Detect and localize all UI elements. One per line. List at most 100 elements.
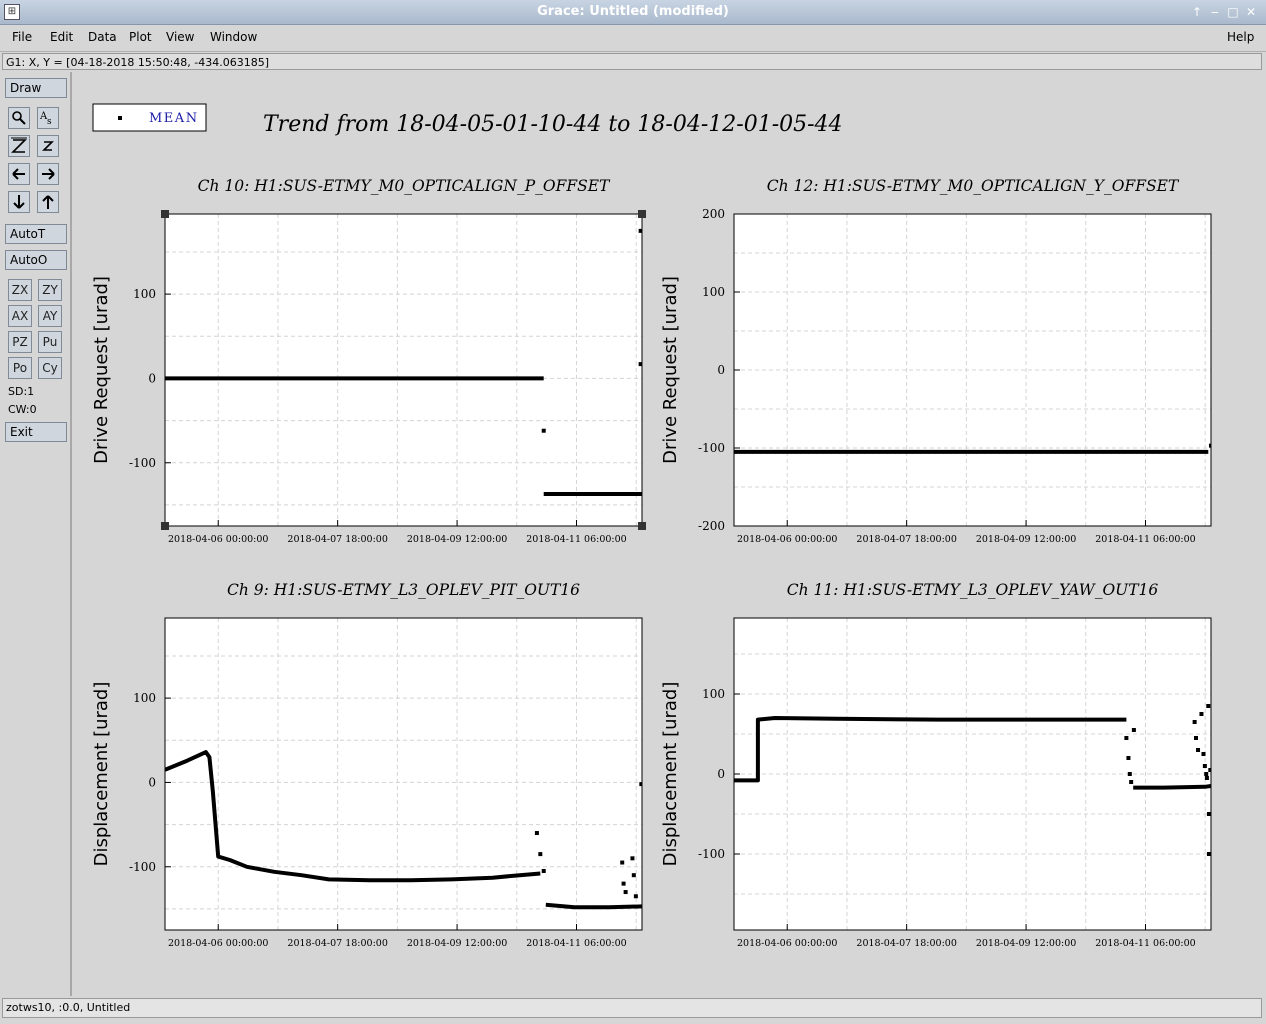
legend-label: MEAN <box>149 111 199 126</box>
x-tick-label: 2018-04-06 00:00:00 <box>737 534 837 545</box>
arrow-right-icon[interactable] <box>37 163 59 185</box>
menu-bar: File Edit Data Plot View Window Help <box>0 25 1266 52</box>
selection-handle[interactable] <box>161 522 169 530</box>
data-point <box>633 894 638 899</box>
y-tick-label: -200 <box>698 519 725 533</box>
plot-canvas[interactable]: MEAN Trend from 18-04-05-01-10-44 to 18-… <box>73 74 1264 996</box>
x-tick-label: 2018-04-09 12:00:00 <box>976 938 1076 949</box>
y-tick-label: 100 <box>702 687 725 701</box>
exit-button[interactable]: Exit <box>5 422 67 442</box>
zy-button[interactable]: ZY <box>38 279 62 301</box>
y-tick-label: 100 <box>133 691 156 705</box>
data-point <box>621 881 626 886</box>
data-point <box>1204 776 1209 780</box>
selection-handle[interactable] <box>638 210 646 218</box>
x-tick-label: 2018-04-11 06:00:00 <box>526 534 626 545</box>
svg-text:s: s <box>47 117 52 127</box>
y-tick-label: 200 <box>702 207 725 221</box>
x-tick-label: 2018-04-07 18:00:00 <box>856 938 956 949</box>
chart-title: Ch 12: H1:SUS-ETMY_M0_OPTICALIGN_Y_OFFSE… <box>767 177 1180 195</box>
window-up-icon[interactable]: ↑ <box>1190 4 1204 20</box>
x-tick-label: 2018-04-11 06:00:00 <box>1095 534 1195 545</box>
x-tick-label: 2018-04-06 00:00:00 <box>168 534 268 545</box>
ay-button[interactable]: AY <box>38 305 62 327</box>
data-point <box>1206 852 1211 856</box>
menu-help[interactable]: Help <box>1227 30 1254 44</box>
x-tick-label: 2018-04-07 18:00:00 <box>287 938 387 949</box>
arrow-down-icon[interactable] <box>8 191 30 213</box>
x-tick-label: 2018-04-09 12:00:00 <box>976 534 1076 545</box>
maximize-icon[interactable]: □ <box>1226 4 1240 20</box>
chart-panel-3[interactable]: 2018-04-06 00:00:00 2018-04-07 18:00:00 20… <box>91 581 643 949</box>
sd-label: SD:1 <box>8 385 35 398</box>
legend-marker <box>118 116 122 120</box>
data-point <box>1204 772 1209 776</box>
x-tick-label: 2018-04-11 06:00:00 <box>526 938 626 949</box>
data-point <box>1202 764 1207 768</box>
data-point <box>541 868 546 873</box>
data-point <box>1206 704 1211 708</box>
data-point <box>1201 752 1206 756</box>
data-point <box>623 890 628 895</box>
menu-plot[interactable]: Plot <box>129 30 152 44</box>
zoom-z-large-icon[interactable] <box>8 135 30 157</box>
pu-button[interactable]: Pu <box>38 331 62 353</box>
close-icon[interactable]: ✕ <box>1244 4 1258 20</box>
menu-view[interactable]: View <box>166 30 194 44</box>
selection-handle[interactable] <box>161 210 169 218</box>
arrow-left-icon[interactable] <box>8 163 30 185</box>
x-tick-label: 2018-04-09 12:00:00 <box>407 534 507 545</box>
x-tick-label: 2018-04-11 06:00:00 <box>1095 938 1195 949</box>
chart-panel-4[interactable]: 2018-04-06 00:00:00 2018-04-07 18:00:00 20… <box>660 581 1212 949</box>
selection-handle[interactable] <box>638 522 646 530</box>
data-point <box>534 831 539 836</box>
y-tick-label: -100 <box>129 860 156 874</box>
zx-button[interactable]: ZX <box>8 279 32 301</box>
y-axis-label: Displacement [urad] <box>660 682 681 867</box>
arrow-up-icon[interactable] <box>37 191 59 213</box>
minimize-icon[interactable]: ‒ <box>1208 4 1222 20</box>
data-point <box>630 856 635 861</box>
y-axis-label: Drive Request [urad] <box>660 276 681 464</box>
data-point <box>620 860 625 865</box>
data-point <box>631 873 636 878</box>
data-point <box>1196 748 1201 752</box>
data-point <box>1192 720 1197 724</box>
chart-panel-2[interactable]: 2018-04-06 00:00:00 2018-04-07 18:00:00 20… <box>660 177 1213 545</box>
x-tick-label: 2018-04-09 12:00:00 <box>407 938 507 949</box>
menu-data[interactable]: Data <box>88 30 117 44</box>
status-bar: zotws10, :0.0, Untitled <box>2 998 1262 1018</box>
text-tool-icon[interactable]: As <box>37 107 59 129</box>
y-tick-label: 0 <box>148 371 156 385</box>
y-tick-label: 0 <box>717 767 725 781</box>
menu-window[interactable]: Window <box>210 30 257 44</box>
po-button[interactable]: Po <box>8 357 32 379</box>
chart-title: Ch 10: H1:SUS-ETMY_M0_OPTICALIGN_P_OFFSE… <box>198 177 611 195</box>
title-bar: ⊞ Grace: Untitled (modified) ↑ ‒ □ ✕ <box>0 0 1266 25</box>
autoo-button[interactable]: AutoO <box>5 250 67 270</box>
zoom-icon[interactable] <box>8 107 30 129</box>
ax-button[interactable]: AX <box>8 305 32 327</box>
menu-edit[interactable]: Edit <box>50 30 73 44</box>
window-title: Grace: Untitled (modified) <box>537 4 729 19</box>
plot-background <box>165 214 642 526</box>
cy-button[interactable]: Cy <box>38 357 62 379</box>
x-tick-label: 2018-04-07 18:00:00 <box>287 534 387 545</box>
y-tick-label: -100 <box>129 456 156 470</box>
autot-button[interactable]: AutoT <box>5 224 67 244</box>
graph-area[interactable]: MEAN Trend from 18-04-05-01-10-44 to 18-… <box>73 74 1264 996</box>
data-point <box>1206 812 1211 816</box>
menu-file[interactable]: File <box>12 30 32 44</box>
zoom-z-small-icon[interactable] <box>37 135 59 157</box>
cw-label: CW:0 <box>8 403 37 416</box>
pz-button[interactable]: PZ <box>8 331 32 353</box>
legend-box[interactable]: MEAN <box>92 103 207 132</box>
draw-button[interactable]: Draw <box>5 78 67 98</box>
x-tick-label: 2018-04-06 00:00:00 <box>737 938 837 949</box>
y-tick-label: -100 <box>698 847 725 861</box>
data-point <box>1129 780 1134 784</box>
data-point <box>1209 443 1211 448</box>
y-axis-label: Drive Request [urad] <box>91 276 112 464</box>
chart-panel-1[interactable]: 2018-04-06 00:00:00 2018-04-07 18:00:00 20… <box>91 177 646 545</box>
y-axis-label: Displacement [urad] <box>91 682 112 867</box>
